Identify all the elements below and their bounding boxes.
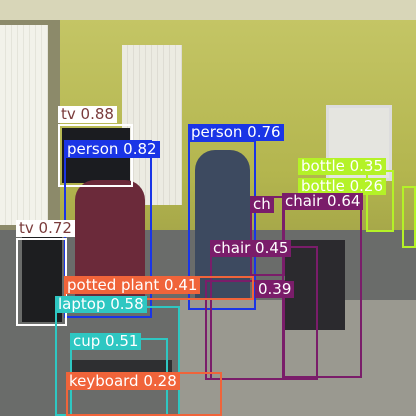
detection-label-person-1: person 0.82 (64, 141, 160, 158)
detection-label-cup: cup 0.51 (70, 333, 142, 350)
detection-label-chair-3: chair 0.45 (210, 240, 292, 257)
detection-label-bottle-1: bottle 0.35 (298, 158, 387, 175)
detection-label-tv-1: tv 0.88 (58, 106, 117, 123)
detection-label-chair-1: chair 0.64 (282, 193, 364, 210)
detection-label-laptop: laptop 0.58 (55, 296, 147, 313)
detection-label-potted-plant: potted plant 0.41 (64, 277, 201, 294)
window-blinds-left (0, 25, 48, 225)
detection-label-chair-2: ch (250, 196, 274, 213)
detection-label-tv-2: tv 0.72 (16, 220, 75, 237)
detection-label-person-2: person 0.76 (188, 124, 284, 141)
detection-box-bottle-2 (402, 186, 416, 248)
detection-image: tv 0.88 person 0.82 person 0.76 bottle 0… (0, 0, 416, 416)
detection-label-keyboard: keyboard 0.28 (66, 373, 180, 390)
detection-label-chair-4: 0.39 (255, 281, 295, 298)
